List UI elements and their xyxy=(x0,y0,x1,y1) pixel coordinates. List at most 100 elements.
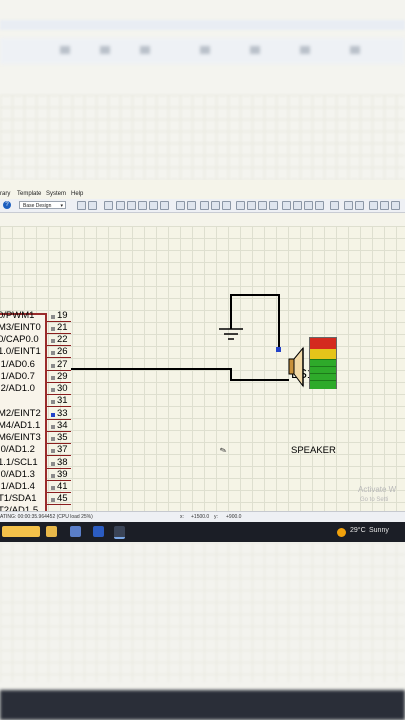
redo-icon[interactable] xyxy=(187,201,196,210)
make-device-icon[interactable] xyxy=(293,201,302,210)
pin-number: 34 xyxy=(57,420,68,431)
menu-system[interactable]: System xyxy=(46,191,66,197)
grid-icon[interactable] xyxy=(77,201,86,210)
windows-taskbar: 29°C Sunny xyxy=(0,522,405,542)
level-green-4 xyxy=(310,380,336,389)
pin-label: .1/AD0.7 xyxy=(0,371,35,382)
sun-icon xyxy=(337,528,346,537)
pin-marker xyxy=(51,498,55,502)
zoom-in-icon[interactable] xyxy=(127,201,136,210)
speaker-pin-marker[interactable] xyxy=(276,347,281,352)
cut-icon[interactable] xyxy=(200,201,209,210)
simulation-status: ATING: 00:00:35.964452 (CPU load 25%) xyxy=(0,514,93,520)
decompose-icon[interactable] xyxy=(315,201,324,210)
pin-line[interactable] xyxy=(47,357,71,358)
move-icon[interactable] xyxy=(116,201,125,210)
pin-label: 1.1/SCL1 xyxy=(0,457,38,468)
pin-number: 21 xyxy=(57,322,68,333)
pin-number: 37 xyxy=(57,444,68,455)
block-move-icon[interactable] xyxy=(247,201,256,210)
pin-marker xyxy=(51,388,55,392)
ground-icon[interactable] xyxy=(218,328,244,344)
proteus-taskbar-icon[interactable] xyxy=(114,526,125,539)
pin-marker xyxy=(51,486,55,490)
y-coordinate: +900.0 xyxy=(226,514,242,520)
chevron-down-icon: ▾ xyxy=(60,203,63,209)
pin-marker xyxy=(51,327,55,331)
app-icon[interactable] xyxy=(70,526,81,537)
zoom-area-icon[interactable] xyxy=(160,201,169,210)
wire-to-ground[interactable] xyxy=(230,294,232,329)
copy-icon[interactable] xyxy=(211,201,220,210)
speaker-icon[interactable] xyxy=(283,343,307,391)
origin-icon[interactable] xyxy=(104,201,113,210)
zoom-all-icon[interactable] xyxy=(149,201,158,210)
weather-temperature[interactable]: 29°C xyxy=(350,527,366,534)
widgets-icon[interactable] xyxy=(2,526,40,537)
wire-top[interactable] xyxy=(230,294,279,296)
menu-library[interactable]: rary xyxy=(0,191,10,197)
pin-number: 29 xyxy=(57,371,68,382)
schematic-canvas[interactable]: 0/PWM1 19 M3/EINT0 21 0/CAP0.0 22 1.0/EINT1 26.… xyxy=(0,226,405,522)
paste-icon[interactable] xyxy=(222,201,231,210)
grid-dots-icon[interactable] xyxy=(88,201,97,210)
weather-condition[interactable]: Sunny xyxy=(369,527,389,534)
pin-marker xyxy=(51,462,55,466)
block-delete-icon[interactable] xyxy=(269,201,278,210)
pin-label: .0/AD1.2 xyxy=(0,444,35,455)
menu-template[interactable]: Template xyxy=(17,191,41,197)
file-explorer-icon[interactable] xyxy=(46,526,57,537)
pin-label: 0/CAP0.0 xyxy=(0,334,39,345)
help-icon[interactable]: ? xyxy=(3,201,11,209)
blurred-background-top xyxy=(0,0,405,180)
word-icon[interactable] xyxy=(93,526,104,537)
pin-number: 22 xyxy=(57,334,68,345)
menu-help[interactable]: Help xyxy=(71,191,83,197)
pin-label: .1/AD1.4 xyxy=(0,481,35,492)
zoom-out-icon[interactable] xyxy=(138,201,147,210)
pin-marker xyxy=(51,437,55,441)
activate-windows-watermark: Activate W xyxy=(358,485,397,494)
netlist-icon[interactable] xyxy=(369,201,378,210)
speaker-level-meter xyxy=(309,337,337,389)
pin-number: 45 xyxy=(57,493,68,504)
pin-marker xyxy=(51,449,55,453)
package-icon[interactable] xyxy=(304,201,313,210)
pin-number: 38 xyxy=(57,457,68,468)
pin-number: 33 xyxy=(57,408,68,419)
undo-icon[interactable] xyxy=(176,201,185,210)
pin-label: 0/PWM1 xyxy=(0,310,35,321)
pin-label: .2/AD1.0 xyxy=(0,383,35,394)
toolbar: ? Base Design ▾ xyxy=(0,199,405,213)
design-combo[interactable]: Base Design ▾ xyxy=(19,201,66,209)
pin-number: 26 xyxy=(57,346,68,357)
pin-line[interactable] xyxy=(47,406,71,407)
wire-autoroute-icon[interactable] xyxy=(330,201,339,210)
pick-device-icon[interactable] xyxy=(282,201,291,210)
pin-number: 39 xyxy=(57,469,68,480)
pin-marker xyxy=(51,400,55,404)
pin-label: M2/EINT2 xyxy=(0,408,41,419)
speaker-name[interactable]: SPEAKER xyxy=(291,445,336,456)
bill-of-materials-icon[interactable] xyxy=(380,201,389,210)
block-rotate-icon[interactable] xyxy=(258,201,267,210)
pin-number: 35 xyxy=(57,432,68,443)
pin-line[interactable] xyxy=(47,455,71,456)
wire-speaker-top[interactable] xyxy=(278,294,280,351)
ares-icon[interactable] xyxy=(391,201,400,210)
property-tool-icon[interactable] xyxy=(355,201,364,210)
pin-marker xyxy=(51,425,55,429)
pin-line[interactable] xyxy=(47,504,71,505)
pin-number: 19 xyxy=(57,310,68,321)
pin-marker xyxy=(51,376,55,380)
wire-pin33[interactable] xyxy=(71,368,231,370)
pencil-cursor-icon: ✎ xyxy=(218,445,229,456)
pin-marker xyxy=(51,364,55,368)
search-icon[interactable] xyxy=(344,201,353,210)
pin-label: .1/AD0.6 xyxy=(0,359,35,370)
x-coordinate: +1500.0 xyxy=(191,514,210,520)
block-copy-icon[interactable] xyxy=(236,201,245,210)
blurred-background-bottom xyxy=(0,542,405,720)
pin-label: M4/AD1.1 xyxy=(0,420,41,431)
wire-to-speaker[interactable] xyxy=(230,379,289,381)
